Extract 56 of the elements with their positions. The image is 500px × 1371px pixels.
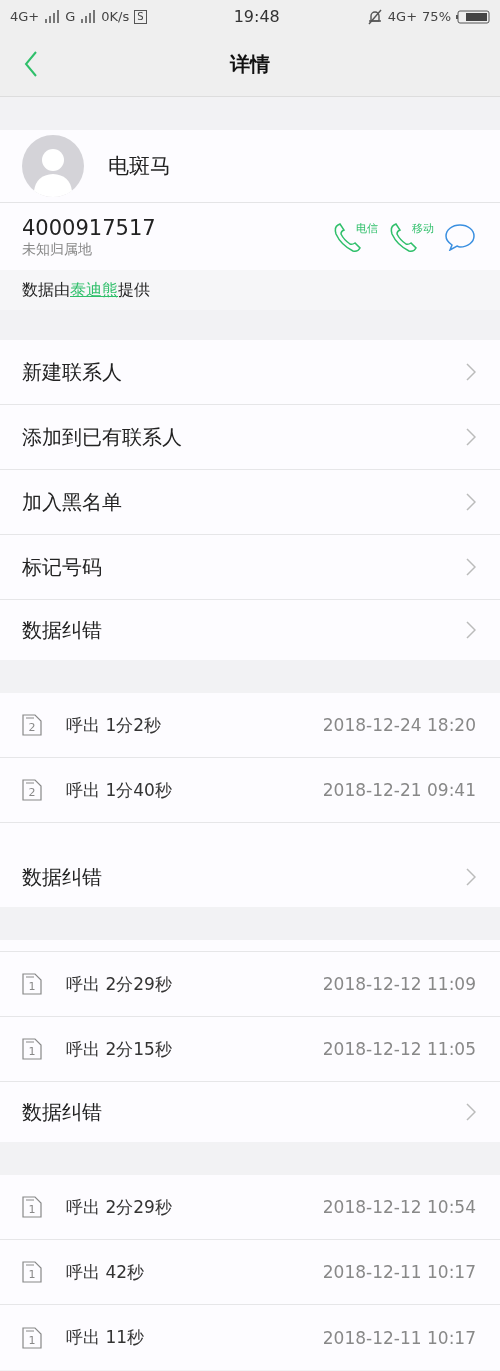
network-speed: 0K/s bbox=[101, 9, 130, 24]
message-button[interactable] bbox=[444, 222, 476, 251]
call-type-duration: 呼出 2分29秒 bbox=[66, 1195, 173, 1219]
signal-icon bbox=[44, 10, 61, 23]
menu-item[interactable]: 数据纠错 bbox=[0, 1082, 500, 1142]
sim-card-icon: 1 bbox=[22, 1326, 42, 1349]
call-type-duration: 呼出 42秒 bbox=[66, 1260, 146, 1284]
network-type: 4G+ bbox=[10, 9, 40, 24]
call-type-duration: 呼出 2分29秒 bbox=[66, 972, 173, 996]
signal-icon bbox=[80, 10, 97, 23]
call-timestamp: 2018-12-12 11:05 bbox=[322, 1039, 476, 1059]
menu-item[interactable]: 数据纠错 bbox=[0, 847, 500, 907]
back-button[interactable] bbox=[24, 51, 38, 77]
chevron-right-icon bbox=[466, 868, 476, 886]
location-text: 未知归属地 bbox=[22, 240, 93, 259]
provider-text: 数据由泰迪熊提供 bbox=[0, 270, 500, 310]
chevron-right-icon bbox=[466, 363, 476, 381]
menu-item[interactable]: 加入黑名单 bbox=[0, 470, 500, 535]
menu-item[interactable]: 数据纠错 bbox=[0, 600, 500, 660]
battery-percent: 75% bbox=[422, 9, 451, 24]
call-timestamp: 2018-12-12 11:09 bbox=[322, 974, 476, 994]
menu-item[interactable]: 新建联系人 bbox=[0, 340, 500, 405]
chevron-right-icon bbox=[466, 1103, 476, 1121]
call-type-duration: 呼出 1分2秒 bbox=[66, 713, 163, 737]
call-timestamp: 2018-12-11 10:17 bbox=[322, 1327, 476, 1348]
chat-bubble-icon bbox=[444, 222, 476, 251]
chevron-right-icon bbox=[466, 558, 476, 576]
phone-number: 4000917517 bbox=[22, 214, 156, 241]
contact-name: 电斑马 bbox=[108, 153, 171, 180]
network-type: 4G+ bbox=[387, 9, 418, 24]
sim-card-icon: 1 bbox=[22, 973, 42, 995]
sim-card-icon: 2 bbox=[22, 779, 42, 801]
menu-item[interactable]: 标记号码 bbox=[0, 535, 500, 600]
chevron-right-icon bbox=[466, 428, 476, 446]
chevron-right-icon bbox=[466, 493, 476, 511]
menu-item[interactable]: 添加到已有联系人 bbox=[0, 405, 500, 470]
sim-card-icon: 1 bbox=[22, 1038, 42, 1060]
sim-card-icon: 1 bbox=[22, 1261, 42, 1283]
call-timestamp: 2018-12-11 10:17 bbox=[322, 1262, 476, 1282]
page-title: 详情 bbox=[230, 51, 270, 78]
call-timestamp: 2018-12-24 18:20 bbox=[322, 715, 476, 735]
avatar-placeholder bbox=[22, 135, 84, 197]
status-badge: S bbox=[134, 9, 147, 24]
sim-card-icon: 1 bbox=[22, 1196, 42, 1218]
call-type-duration: 呼出 1分40秒 bbox=[66, 778, 173, 802]
chevron-right-icon bbox=[466, 621, 476, 639]
back-icon bbox=[24, 51, 38, 77]
battery-icon bbox=[456, 9, 490, 24]
call-timestamp: 2018-12-12 10:54 bbox=[322, 1197, 476, 1217]
call-type-duration: 呼出 11秒 bbox=[66, 1326, 146, 1349]
sim-card-icon: 2 bbox=[22, 714, 42, 736]
clock-time: 19:48 bbox=[233, 7, 280, 26]
network-type: G bbox=[65, 9, 76, 24]
call-timestamp: 2018-12-21 09:41 bbox=[322, 780, 476, 800]
muted-bell-icon bbox=[366, 8, 383, 25]
call-type-duration: 呼出 2分15秒 bbox=[66, 1037, 173, 1061]
